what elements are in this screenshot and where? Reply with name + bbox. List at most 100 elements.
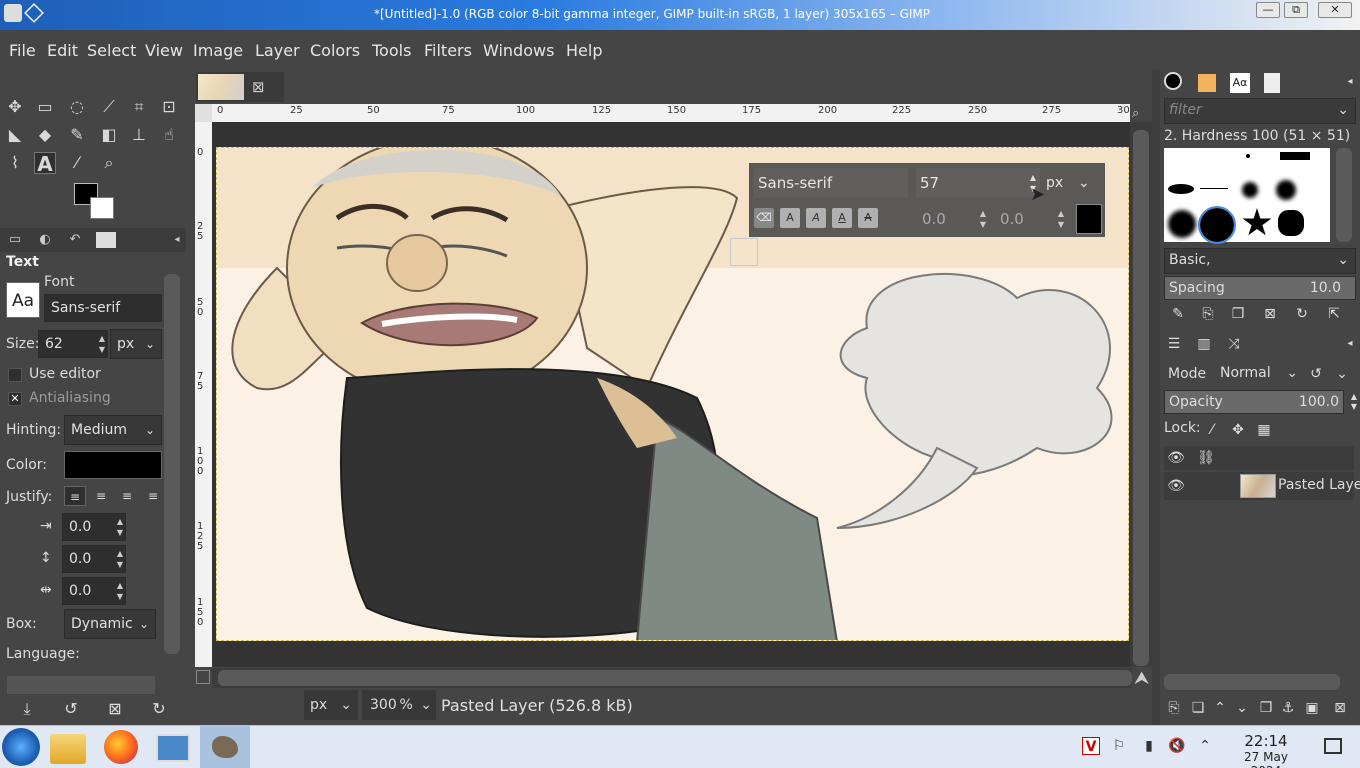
brush-item[interactable]: [1280, 152, 1310, 160]
antivirus-tray-icon[interactable]: V: [1082, 737, 1100, 755]
kerning-spin-arrows[interactable]: ▲ ▼: [1058, 208, 1064, 230]
fuzzy-select-tool-icon[interactable]: ⟋: [98, 96, 120, 118]
device-status-tab-icon[interactable]: ◐: [32, 230, 58, 250]
letter-spacing-field[interactable]: 0.0 ▲ ▼: [62, 577, 126, 605]
anchor-layer-icon[interactable]: ⚓: [1278, 698, 1298, 718]
gimp-app-icon[interactable]: [4, 4, 22, 22]
size-unit-combo[interactable]: px ⌄: [110, 329, 162, 359]
maximize-button[interactable]: ⧉: [1284, 2, 1308, 18]
opacity-spin-arrows[interactable]: ▲ ▼: [1344, 392, 1360, 412]
reset-mode-icon[interactable]: ↺: [1306, 364, 1326, 384]
menu-file[interactable]: File: [9, 41, 36, 60]
delete-layer-icon[interactable]: ⊠: [1330, 698, 1350, 718]
move-tool-icon[interactable]: ✥: [4, 96, 26, 118]
battery-tray-icon[interactable]: ▮: [1140, 737, 1158, 755]
baseline-spin-arrows[interactable]: ▲ ▼: [980, 208, 986, 230]
dock-separator[interactable]: [1152, 70, 1160, 725]
strikethrough-button[interactable]: A: [858, 208, 878, 228]
brush-item[interactable]: [1242, 182, 1258, 198]
brush-item[interactable]: [1276, 180, 1296, 200]
raise-layer-icon[interactable]: ⌃: [1210, 698, 1230, 718]
duplicate-layer-icon[interactable]: ❐: [1256, 698, 1276, 718]
text-box-handle[interactable]: [730, 238, 758, 266]
text-tool-icon[interactable]: A: [34, 152, 56, 175]
color-picker-tool-icon[interactable]: ⁄: [66, 152, 88, 174]
zoom-image-icon[interactable]: ⌕: [1132, 106, 1139, 121]
minimize-button[interactable]: —: [1256, 2, 1280, 18]
overlay-font-field[interactable]: Sans-serif: [754, 168, 908, 198]
clear-style-icon[interactable]: ⌫: [754, 208, 774, 228]
menu-select[interactable]: Select: [87, 41, 136, 60]
brush-item[interactable]: [1168, 184, 1194, 194]
letter-spacing-spin-arrows[interactable]: ▲ ▼: [117, 580, 123, 602]
status-unit-combo[interactable]: px ⌄: [304, 690, 358, 720]
spacing-slider[interactable]: Spacing 10.0: [1164, 276, 1356, 300]
lock-pixels-icon[interactable]: ⁄: [1202, 420, 1222, 440]
new-brush-icon[interactable]: ⎘: [1198, 304, 1218, 324]
file-explorer-icon[interactable]: [50, 734, 86, 764]
brushes-tab-icon[interactable]: [1164, 72, 1182, 90]
save-options-icon[interactable]: ⤓: [16, 698, 38, 720]
indent-spin-arrows[interactable]: ▲ ▼: [117, 516, 123, 538]
size-field[interactable]: 62 ▲ ▼: [38, 330, 108, 358]
overlay-size-field[interactable]: 57 ▲ ▼: [916, 168, 1040, 198]
configure-tab-icon[interactable]: ◂: [164, 230, 190, 250]
start-button[interactable]: [2, 728, 40, 766]
layer-row[interactable]: 👁 Pasted Laye: [1164, 472, 1360, 500]
language-field[interactable]: [6, 675, 156, 695]
size-spin-arrows[interactable]: ▲ ▼: [99, 333, 105, 355]
tool-options-tab-icon[interactable]: ▭: [2, 230, 28, 250]
refresh-brushes-icon[interactable]: ↻: [1292, 304, 1312, 324]
restore-options-icon[interactable]: ↺: [60, 698, 82, 720]
window-menu-icon[interactable]: [24, 3, 44, 23]
navigate-icon[interactable]: ⮝: [1134, 668, 1149, 689]
lasso-tool-icon[interactable]: ◌: [66, 96, 88, 118]
delete-options-icon[interactable]: ⊠: [104, 698, 126, 720]
notifications-icon[interactable]: [1324, 738, 1342, 754]
new-layer-icon[interactable]: ⎘: [1164, 698, 1184, 718]
brush-item[interactable]: [1246, 154, 1250, 158]
justify-center-icon[interactable]: ≡: [116, 486, 138, 506]
kerning-field[interactable]: 0.0 ▲ ▼: [996, 204, 1068, 234]
vertical-scrollbar-thumb[interactable]: [1133, 130, 1149, 666]
tool-options-scrollbar[interactable]: [164, 274, 180, 654]
line-spacing-field[interactable]: 0.0 ▲ ▼: [62, 545, 126, 573]
menu-edit[interactable]: Edit: [47, 41, 78, 60]
quick-mask-toggle-icon[interactable]: [196, 670, 210, 684]
clone-tool-icon[interactable]: ⊥: [128, 124, 150, 146]
image-tab[interactable]: ⊠: [196, 72, 284, 102]
paths-tool-icon[interactable]: ⌇: [4, 152, 26, 174]
crop-tool-icon[interactable]: ⌗: [128, 96, 150, 118]
network-tray-icon[interactable]: ⚐: [1110, 737, 1128, 755]
brush-item[interactable]: [1242, 208, 1272, 236]
delete-brush-icon[interactable]: ⊠: [1260, 304, 1280, 324]
box-combo[interactable]: Dynamic ⌄: [64, 609, 156, 639]
remote-desktop-icon[interactable]: [156, 734, 190, 762]
rect-select-tool-icon[interactable]: ▭: [34, 96, 56, 118]
eye-icon[interactable]: 👁: [1166, 448, 1186, 468]
layer-mask-icon[interactable]: ▣: [1302, 698, 1322, 718]
antialiasing-checkbox[interactable]: ✕: [8, 392, 22, 406]
mode-combo[interactable]: Normal ⌄: [1216, 360, 1304, 388]
close-button[interactable]: ✕: [1318, 2, 1352, 18]
font-preview[interactable]: Aa: [6, 282, 40, 318]
document-history-tab-icon[interactable]: [1264, 73, 1280, 93]
italic-button[interactable]: A: [806, 208, 826, 228]
chevron-down-icon[interactable]: ⌄: [1332, 364, 1352, 384]
menu-colors[interactable]: Colors: [310, 41, 360, 60]
brush-item[interactable]: [1168, 210, 1196, 238]
line-spacing-spin-arrows[interactable]: ▲ ▼: [117, 548, 123, 570]
justify-left-icon[interactable]: ≡: [64, 486, 86, 506]
open-brush-as-image-icon[interactable]: ⇱: [1324, 304, 1344, 324]
brush-grid[interactable]: [1164, 148, 1330, 244]
zoom-combo[interactable]: 300 % ⌄: [362, 690, 436, 720]
baseline-field[interactable]: 0.0 ▲ ▼: [918, 204, 990, 234]
paths-tab-icon[interactable]: ⤨: [1224, 334, 1244, 354]
bold-button[interactable]: A: [780, 208, 800, 228]
opacity-slider[interactable]: Opacity 100.0: [1164, 390, 1344, 414]
layers-hscrollbar[interactable]: [1164, 674, 1340, 690]
text-color-button[interactable]: [64, 451, 162, 479]
zoom-tool-icon[interactable]: ⌕: [98, 152, 120, 174]
brush-grid-scrollbar[interactable]: [1336, 148, 1352, 242]
lower-layer-icon[interactable]: ⌄: [1232, 698, 1252, 718]
